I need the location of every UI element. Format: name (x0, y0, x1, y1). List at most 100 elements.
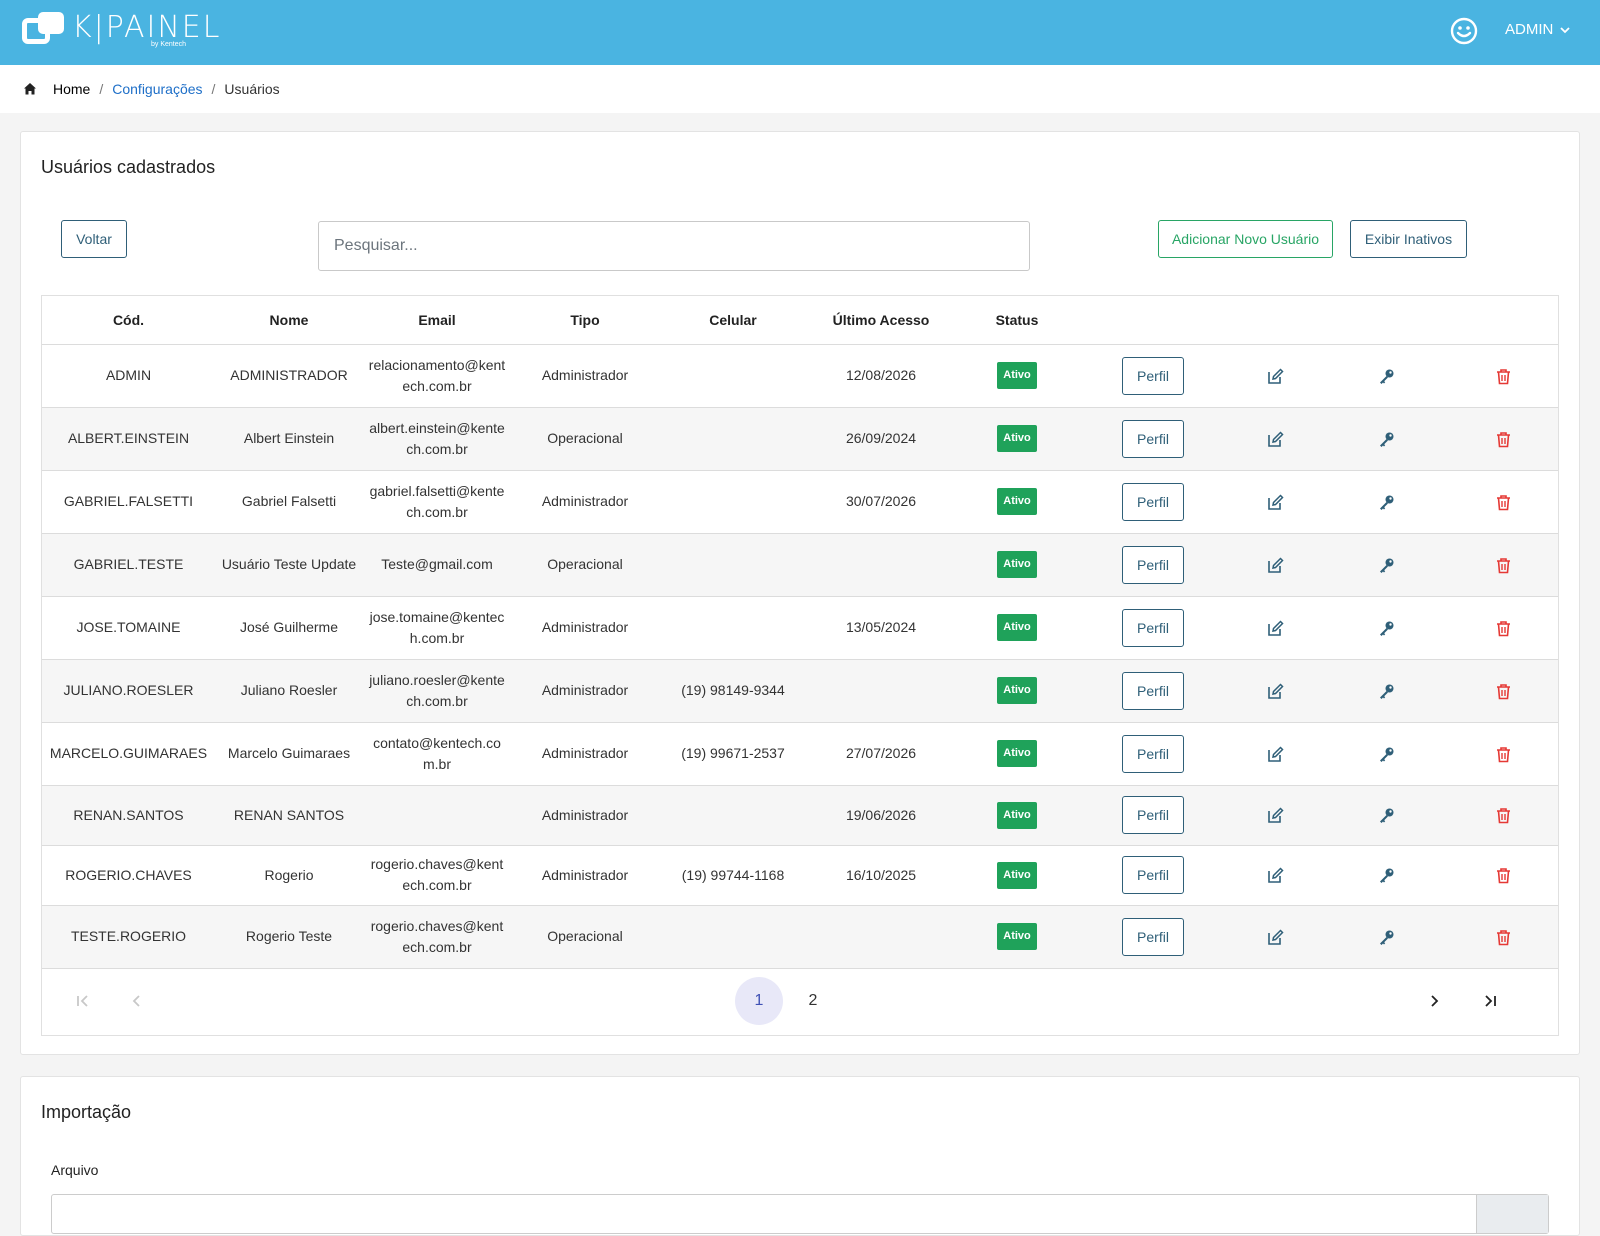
perfil-button[interactable]: Perfil (1122, 419, 1184, 458)
trash-icon[interactable] (1495, 683, 1512, 700)
column-header-email[interactable]: Email (363, 296, 511, 345)
page-button-2[interactable]: 2 (789, 977, 837, 1025)
column-header-last-access[interactable]: Último Acesso (807, 296, 955, 345)
cell-delete (1449, 470, 1558, 534)
cell-last-access: 30/07/2026 (807, 470, 955, 534)
key-icon[interactable] (1378, 929, 1395, 946)
cell-type: Administrador (511, 596, 659, 660)
perfil-button[interactable]: Perfil (1122, 356, 1184, 395)
cell-perfil: Perfil (1079, 470, 1227, 534)
cell-name: Albert Einstein (215, 407, 363, 471)
top-bar: K|PAINEL by Kentech ADMIN (0, 0, 1600, 65)
table-row[interactable]: ROGERIO.CHAVES Rogerio rogerio.chaves@kent… (42, 845, 1558, 906)
key-icon[interactable] (1378, 368, 1395, 385)
cell-key (1323, 344, 1449, 408)
edit-icon[interactable] (1267, 620, 1284, 637)
edit-icon[interactable] (1267, 368, 1284, 385)
column-header-type[interactable]: Tipo (511, 296, 659, 345)
edit-icon[interactable] (1267, 929, 1284, 946)
table-row[interactable]: JOSE.TOMAINE José Guilherme jose.tomaine@k… (42, 596, 1558, 660)
key-icon[interactable] (1378, 431, 1395, 448)
perfil-button[interactable]: Perfil (1122, 671, 1184, 710)
cell-status: Ativo (955, 722, 1079, 786)
cell-edit (1227, 722, 1323, 786)
status-badge: Ativo (997, 551, 1037, 578)
edit-icon[interactable] (1267, 557, 1284, 574)
table-row[interactable]: ADMIN ADMINISTRADOR relacionamento@kentech… (42, 344, 1558, 408)
perfil-button[interactable]: Perfil (1122, 796, 1184, 834)
key-icon[interactable] (1378, 807, 1395, 824)
key-icon[interactable] (1378, 683, 1395, 700)
app-logo[interactable]: K|PAINEL (22, 12, 221, 52)
breadcrumb-home[interactable]: Home (53, 81, 90, 97)
trash-icon[interactable] (1495, 807, 1512, 824)
first-page-button[interactable] (59, 977, 107, 1025)
key-icon[interactable] (1378, 746, 1395, 763)
cell-phone: (19) 99671-2537 (659, 722, 807, 786)
user-smiley-icon[interactable] (1450, 17, 1478, 45)
perfil-button[interactable]: Perfil (1122, 856, 1184, 894)
perfil-button[interactable]: Perfil (1122, 734, 1184, 773)
next-page-button[interactable] (1410, 977, 1458, 1025)
page-button-1[interactable]: 1 (735, 977, 783, 1025)
cell-key (1323, 722, 1449, 786)
table-row[interactable]: ALBERT.EINSTEIN Albert Einstein albert.ein… (42, 407, 1558, 471)
edit-icon[interactable] (1267, 494, 1284, 511)
trash-icon[interactable] (1495, 929, 1512, 946)
perfil-button[interactable]: Perfil (1122, 482, 1184, 521)
breadcrumb-configuracoes[interactable]: Configurações (112, 81, 202, 97)
table-row[interactable]: TESTE.ROGERIO Rogerio Teste rogerio.chaves… (42, 905, 1558, 969)
cell-code: GABRIEL.TESTE (42, 533, 215, 597)
table-row[interactable]: JULIANO.ROESLER Juliano Roesler juliano.ro… (42, 659, 1558, 723)
search-input[interactable] (318, 221, 1030, 271)
file-input[interactable] (51, 1194, 1549, 1234)
column-header-code[interactable]: Cód. (42, 296, 215, 345)
show-inactive-button[interactable]: Exibir Inativos (1350, 220, 1467, 258)
cell-last-access (807, 905, 955, 969)
key-icon[interactable] (1378, 867, 1395, 884)
home-icon[interactable] (23, 82, 37, 96)
key-icon[interactable] (1378, 557, 1395, 574)
last-page-button[interactable] (1466, 977, 1514, 1025)
table-row[interactable]: MARCELO.GUIMARAES Marcelo Guimaraes contat… (42, 722, 1558, 786)
edit-icon[interactable] (1267, 746, 1284, 763)
trash-icon[interactable] (1495, 620, 1512, 637)
trash-icon[interactable] (1495, 368, 1512, 385)
edit-icon[interactable] (1267, 683, 1284, 700)
edit-icon[interactable] (1267, 431, 1284, 448)
perfil-button[interactable]: Perfil (1122, 608, 1184, 647)
table-row[interactable]: RENAN.SANTOS RENAN SANTOS Administrador 19/… (42, 785, 1558, 846)
perfil-button[interactable]: Perfil (1122, 917, 1184, 956)
user-menu-label: ADMIN (1505, 21, 1554, 38)
cell-delete (1449, 785, 1558, 846)
trash-icon[interactable] (1495, 557, 1512, 574)
file-browse-button[interactable] (1476, 1195, 1548, 1233)
cell-last-access: 27/07/2026 (807, 722, 955, 786)
trash-icon[interactable] (1495, 431, 1512, 448)
perfil-button[interactable]: Perfil (1122, 545, 1184, 584)
add-user-button[interactable]: Adicionar Novo Usuário (1158, 220, 1333, 258)
table-row[interactable]: GABRIEL.FALSETTI Gabriel Falsetti gabriel.… (42, 470, 1558, 534)
trash-icon[interactable] (1495, 746, 1512, 763)
cell-code: RENAN.SANTOS (42, 785, 215, 846)
user-menu[interactable]: ADMIN (1505, 21, 1571, 38)
trash-icon[interactable] (1495, 867, 1512, 884)
edit-icon[interactable] (1267, 867, 1284, 884)
key-icon[interactable] (1378, 620, 1395, 637)
trash-icon[interactable] (1495, 494, 1512, 511)
cell-phone (659, 905, 807, 969)
cell-key (1323, 470, 1449, 534)
column-header-phone[interactable]: Celular (659, 296, 807, 345)
logo-mark-icon (22, 12, 66, 46)
key-icon[interactable] (1378, 494, 1395, 511)
cell-status: Ativo (955, 785, 1079, 846)
edit-icon[interactable] (1267, 807, 1284, 824)
back-button[interactable]: Voltar (61, 220, 127, 258)
column-header-name[interactable]: Nome (215, 296, 363, 345)
cell-perfil: Perfil (1079, 533, 1227, 597)
column-header-status[interactable]: Status (955, 296, 1079, 345)
table-row[interactable]: GABRIEL.TESTE Usuário Teste Update Teste@g… (42, 533, 1558, 597)
cell-name: ADMINISTRADOR (215, 344, 363, 408)
cell-perfil: Perfil (1079, 596, 1227, 660)
previous-page-button[interactable] (113, 977, 161, 1025)
